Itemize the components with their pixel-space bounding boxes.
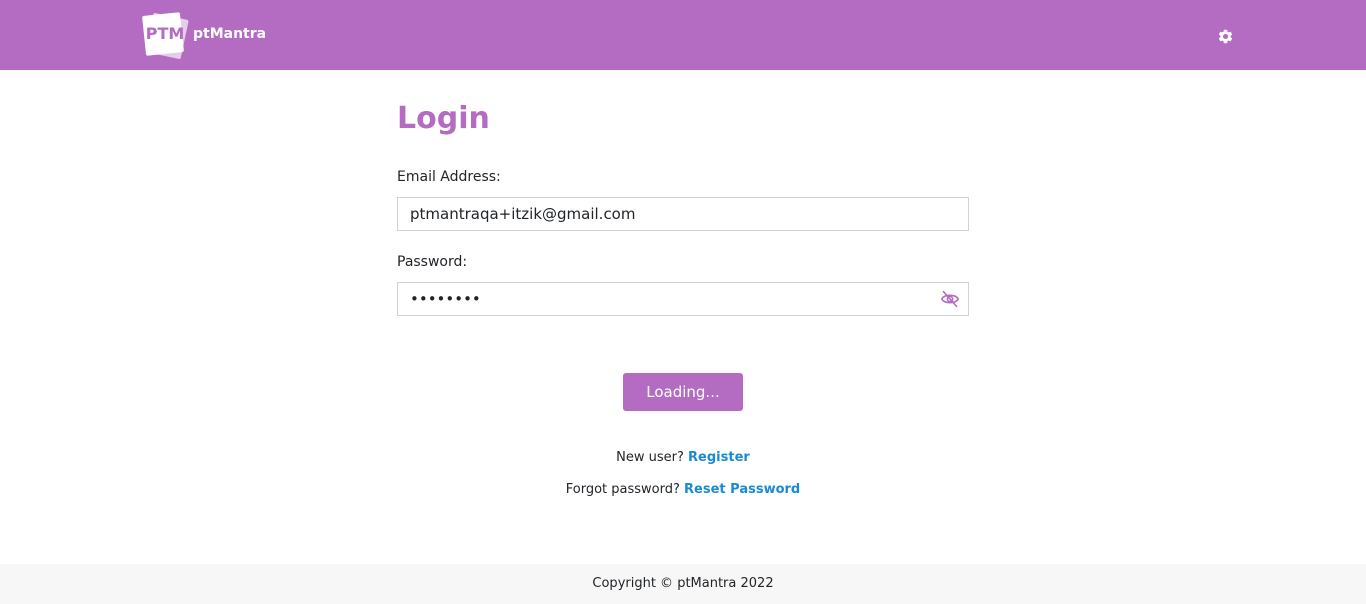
reset-password-link[interactable]: Reset Password — [684, 482, 800, 497]
eye-off-icon[interactable] — [940, 290, 960, 308]
reset-password-line: Forgot password? Reset Password — [0, 482, 1366, 497]
page-title: Login — [397, 101, 490, 136]
new-user-text: New user? — [616, 450, 684, 465]
brand-name: ptMantra — [193, 26, 267, 42]
password-label: Password: — [397, 254, 468, 270]
email-field-wrapper — [397, 197, 969, 231]
forgot-password-text: Forgot password? — [565, 482, 680, 497]
brand-logo[interactable]: PTM ptMantra — [141, 10, 271, 60]
footer: Copyright © ptMantra 2022 — [0, 564, 1366, 604]
submit-button[interactable]: Loading... — [623, 373, 743, 411]
copyright-text: Copyright © ptMantra 2022 — [592, 576, 774, 591]
logo-mark-text: PTM — [145, 24, 185, 43]
password-field-wrapper — [397, 282, 969, 316]
logo-mark: PTM — [141, 10, 191, 60]
gear-icon[interactable] — [1217, 28, 1234, 45]
email-label: Email Address: — [397, 169, 501, 185]
register-link[interactable]: Register — [688, 450, 750, 465]
register-line: New user? Register — [0, 450, 1366, 465]
password-field[interactable] — [398, 283, 930, 315]
top-navbar: PTM ptMantra — [0, 0, 1366, 70]
email-field[interactable] — [398, 198, 930, 230]
